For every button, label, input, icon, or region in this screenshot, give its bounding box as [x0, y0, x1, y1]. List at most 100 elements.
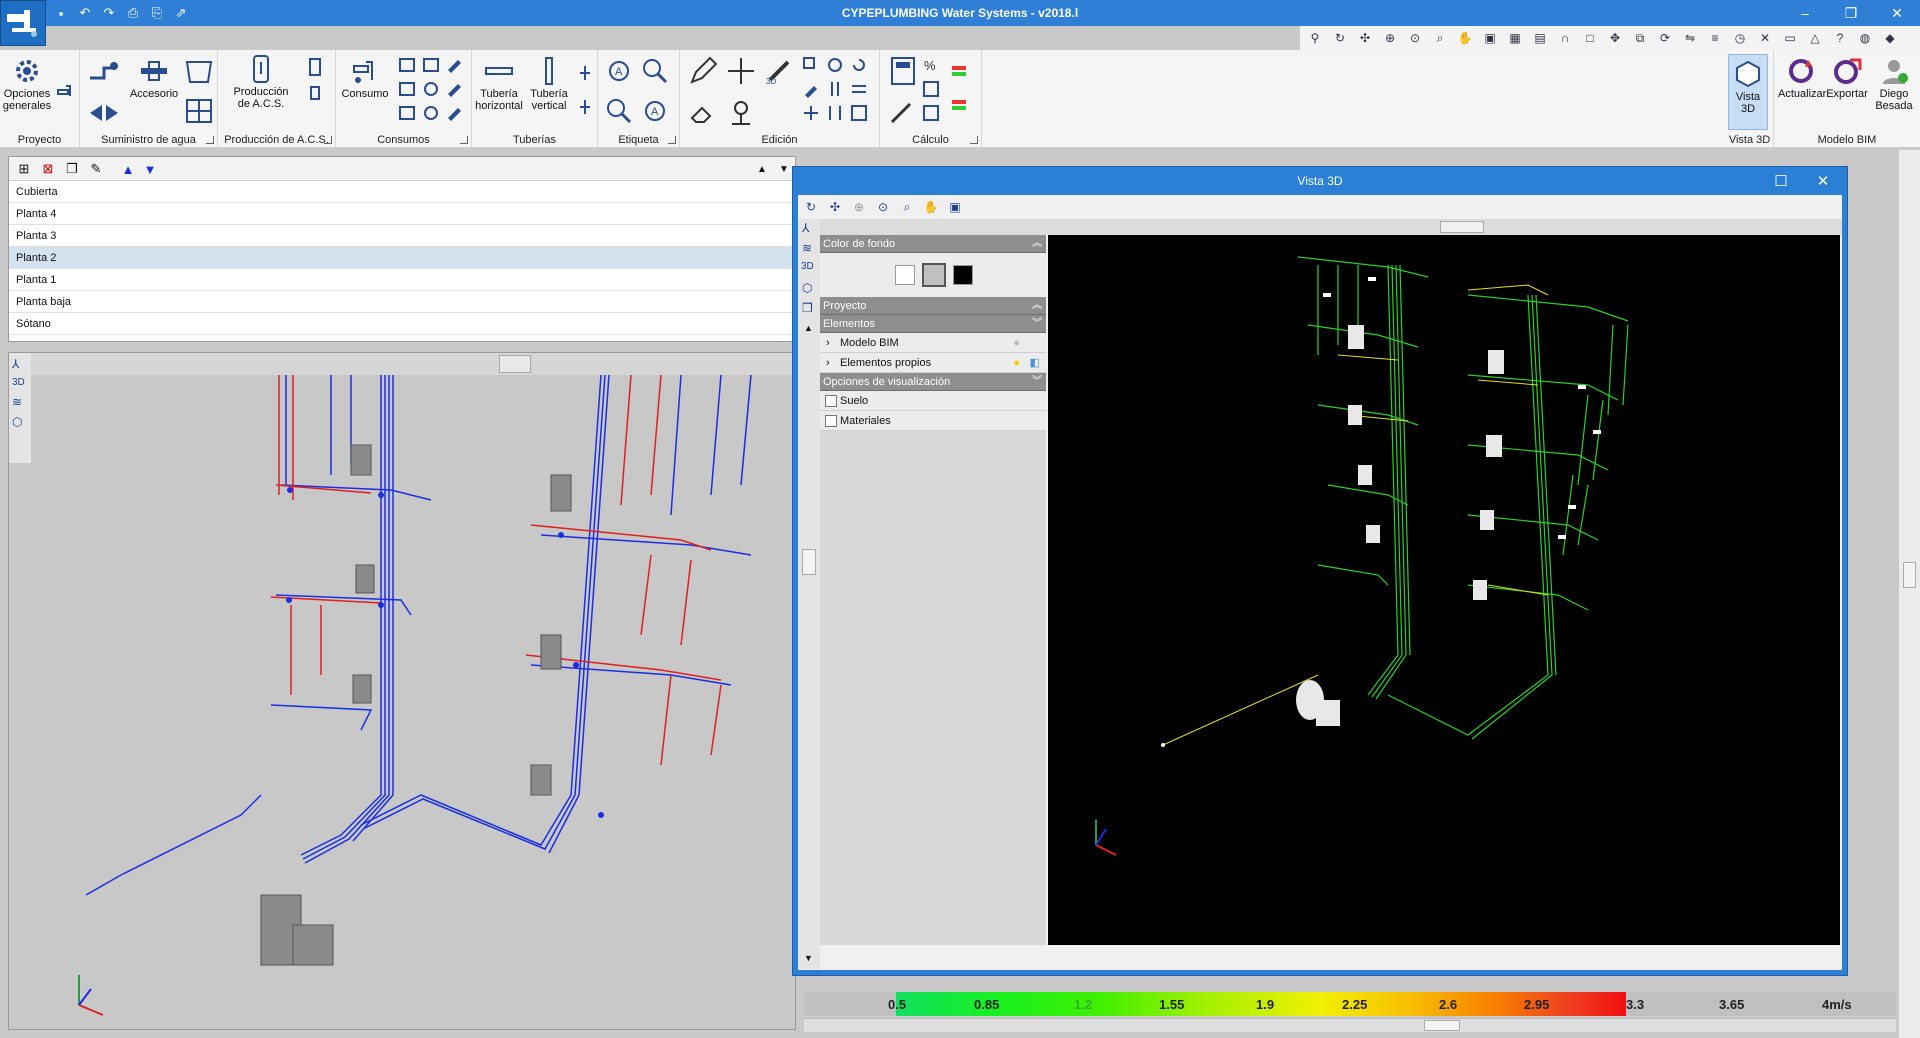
move-up-icon[interactable]: ▲	[119, 160, 137, 178]
cube-icon[interactable]: ❒	[802, 301, 813, 315]
section-elementos[interactable]: Elementos ︾	[820, 315, 1046, 333]
opciones-generales-button[interactable]: Opciones generales	[2, 56, 52, 112]
section-color-fondo[interactable]: Color de fondo ︽	[820, 235, 1046, 253]
pump-group-icon[interactable]	[184, 96, 214, 126]
main-vscroll[interactable]	[1898, 150, 1920, 1038]
copy-element-icon[interactable]	[802, 56, 820, 74]
accesorio-button[interactable]: Accesorio	[124, 56, 184, 100]
floor-row[interactable]: Planta baja	[9, 291, 795, 313]
maximize-3d-button[interactable]: ☐	[1761, 167, 1801, 195]
shower-icon[interactable]	[422, 56, 440, 74]
tuberia-horizontal-button[interactable]: Tubería horizontal	[474, 56, 524, 112]
settings-icon[interactable]: ◆	[1879, 28, 1901, 48]
scroll-up-icon[interactable]: ▲	[804, 323, 813, 333]
view-select-icon[interactable]: ▣	[946, 198, 964, 216]
triangle-icon[interactable]: △	[1804, 28, 1826, 48]
stretch-icon[interactable]	[826, 104, 844, 122]
consumer-delete-icon[interactable]	[446, 104, 464, 122]
zoom-window-icon[interactable]: ⊕	[1379, 28, 1401, 48]
scroll-thumb[interactable]	[1903, 562, 1916, 588]
group-launcher[interactable]	[324, 136, 332, 144]
pan-icon[interactable]: ✋	[1454, 28, 1476, 48]
cube-small-icon[interactable]: ⬡	[12, 415, 22, 429]
view-icon[interactable]: ▣	[1479, 28, 1501, 48]
print-preview-icon[interactable]: ⎘	[148, 4, 166, 22]
check-pipes-icon[interactable]	[922, 80, 940, 98]
rectangle-icon[interactable]: □	[1579, 28, 1601, 48]
materiales-checkbox[interactable]	[825, 415, 837, 427]
pipe-split-icon[interactable]	[576, 64, 594, 82]
undo-icon[interactable]: ↶	[76, 4, 94, 22]
orbit-view-icon[interactable]: ✣	[826, 198, 844, 216]
supply-icon[interactable]	[88, 58, 120, 88]
option-suelo[interactable]: Suelo	[820, 391, 1046, 411]
group-launcher[interactable]	[206, 136, 214, 144]
redo-icon[interactable]: ↷	[100, 4, 118, 22]
zoom-icon[interactable]: ⌕	[898, 198, 916, 216]
floor-row[interactable]: Planta 4	[9, 203, 795, 225]
history-icon[interactable]: ◷	[1729, 28, 1751, 48]
bulb-icon[interactable]: ●	[1013, 333, 1020, 353]
toilet-icon[interactable]	[398, 80, 416, 98]
viewport-hscroll[interactable]	[9, 353, 797, 375]
magnet-icon[interactable]: ∩	[1554, 28, 1576, 48]
washer-icon[interactable]	[422, 104, 440, 122]
mirror-icon[interactable]: ⇋	[1679, 28, 1701, 48]
actualizar-button[interactable]: Actualizar	[1778, 56, 1826, 100]
grid-icon[interactable]: ▦	[1504, 28, 1526, 48]
floor-row[interactable]: Planta 3	[9, 225, 795, 247]
view-3d-icon[interactable]: 3D	[12, 377, 25, 388]
label-move-icon[interactable]: A	[604, 56, 634, 86]
vista-3d-button[interactable]: Vista 3D	[1728, 54, 1768, 130]
swatch-black[interactable]	[953, 265, 973, 285]
rotate-element-icon[interactable]	[850, 56, 868, 74]
rotate-icon[interactable]: ↻	[1329, 28, 1351, 48]
move-down-icon[interactable]: ▼	[141, 160, 159, 178]
layers-icon[interactable]: ≋	[12, 395, 22, 409]
split-element-icon[interactable]	[826, 80, 844, 98]
orbit-icon[interactable]: ✣	[1354, 28, 1376, 48]
produccion-acs-button[interactable]: Producción de A.C.S.	[226, 54, 296, 110]
pipe-join-icon[interactable]	[576, 98, 594, 116]
frame-icon[interactable]: ▭	[1779, 28, 1801, 48]
binoculars-icon[interactable]: ⚲	[1304, 28, 1326, 48]
app-logo-icon[interactable]	[0, 0, 46, 46]
sink-icon[interactable]	[398, 56, 416, 74]
swatch-gray[interactable]	[922, 263, 946, 287]
zoom-all-icon[interactable]: ⊙	[874, 198, 892, 216]
print-icon[interactable]: ⎙	[124, 4, 142, 22]
check-nodes-icon[interactable]	[922, 104, 940, 122]
plan-viewport[interactable]: ⅄ 3D ≋ ⬡	[8, 352, 797, 1030]
collapse-up-icon[interactable]: ▲	[753, 160, 771, 178]
user-button[interactable]: Diego Besada	[1870, 56, 1918, 112]
heater-small-icon[interactable]	[306, 84, 324, 102]
section-proyecto[interactable]: Proyecto ︽	[820, 297, 1046, 315]
view-3d-icon[interactable]: 3D	[801, 261, 814, 272]
globe-icon[interactable]: ◍	[1854, 28, 1876, 48]
save-icon[interactable]: ▪	[52, 4, 70, 22]
rotate-view-icon[interactable]: ↻	[802, 198, 820, 216]
pressure-colors-icon[interactable]	[950, 98, 968, 116]
consumer-copy-icon[interactable]	[446, 80, 464, 98]
scroll-thumb[interactable]	[802, 549, 816, 575]
exportar-button[interactable]: Exportar	[1824, 56, 1870, 100]
axis-icon[interactable]: ⅄	[802, 221, 809, 235]
collapse-down-icon[interactable]: ▼	[775, 160, 793, 178]
consumer-edit-icon[interactable]	[446, 56, 464, 74]
option-materiales[interactable]: Materiales	[820, 411, 1046, 431]
calculator-icon[interactable]	[888, 56, 918, 86]
valve-icon[interactable]	[88, 98, 120, 128]
scroll-thumb[interactable]	[1440, 221, 1484, 233]
close-button[interactable]: ✕	[1874, 0, 1920, 26]
export-icon[interactable]: ⇗	[172, 4, 190, 22]
move-icon[interactable]: ✥	[1604, 28, 1626, 48]
view-3d-small-icon[interactable]	[850, 104, 868, 122]
layers-icon[interactable]: ≋	[802, 241, 812, 255]
group-launcher[interactable]	[668, 136, 676, 144]
scroll-thumb[interactable]	[1424, 1020, 1460, 1031]
align-element-icon[interactable]	[850, 80, 868, 98]
delete-floor-icon[interactable]: ⊠	[39, 160, 57, 178]
circle-element-icon[interactable]	[826, 56, 844, 74]
copy-floor-icon[interactable]: ❐	[63, 160, 81, 178]
floor-row-selected[interactable]: Planta 2	[9, 247, 795, 269]
